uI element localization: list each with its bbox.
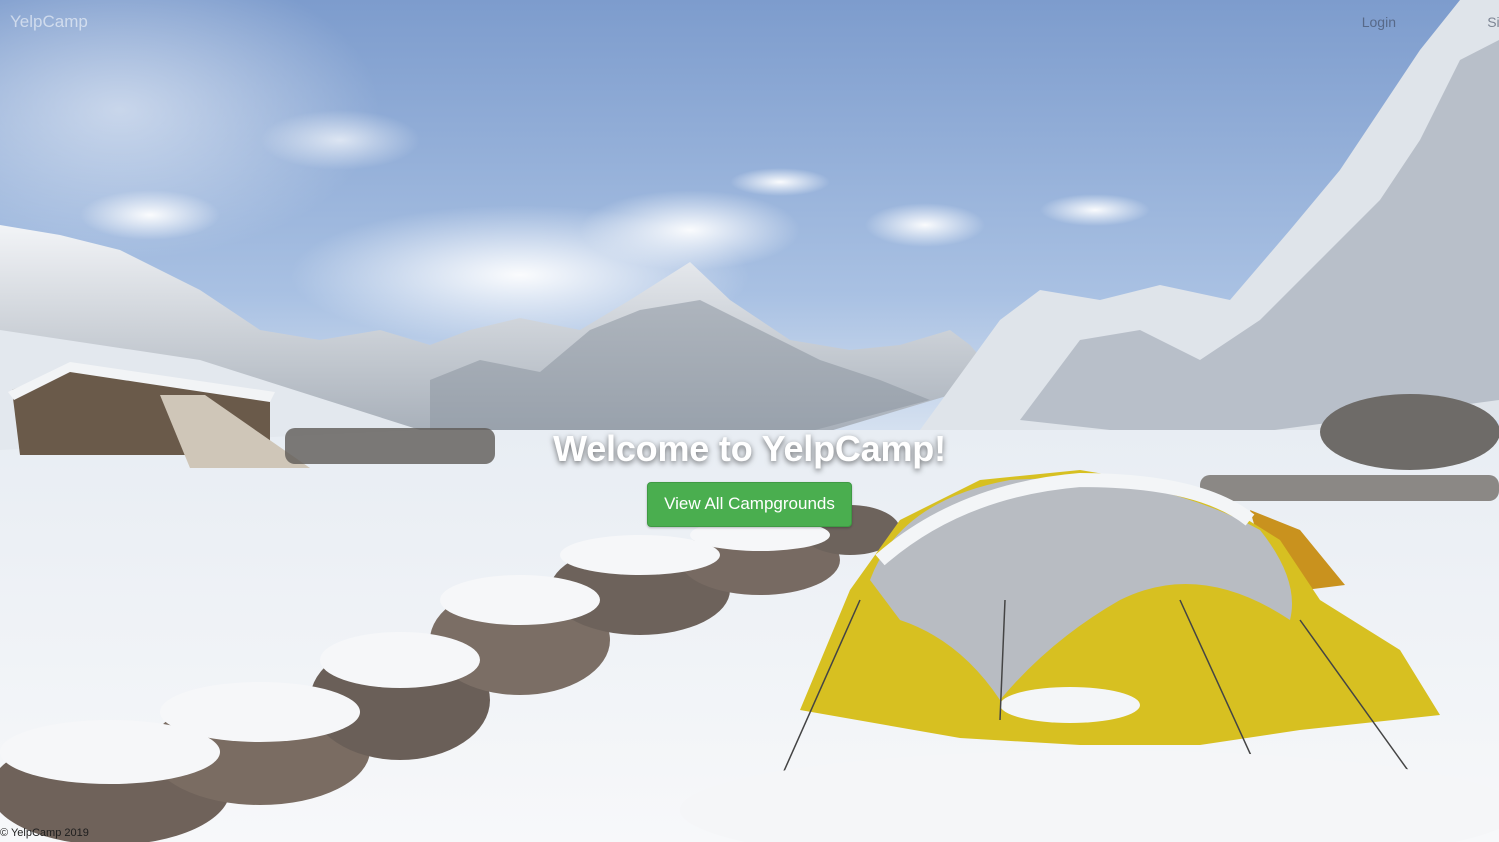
footer-copyright: © YelpCamp 2019 <box>0 827 89 839</box>
brand-logo-link[interactable]: YelpCamp <box>10 12 88 32</box>
hero-title: Welcome to YelpCamp! <box>553 428 946 469</box>
view-all-campgrounds-button[interactable]: View All Campgrounds <box>647 482 852 527</box>
top-navbar: YelpCamp Login Sign Up <box>0 0 1499 44</box>
login-link[interactable]: Login <box>1362 14 1396 30</box>
hero-section: Welcome to YelpCamp! View All Campground… <box>0 428 1499 527</box>
background-landscape-image <box>0 0 1499 842</box>
signup-link[interactable]: Sign Up <box>1487 14 1499 30</box>
